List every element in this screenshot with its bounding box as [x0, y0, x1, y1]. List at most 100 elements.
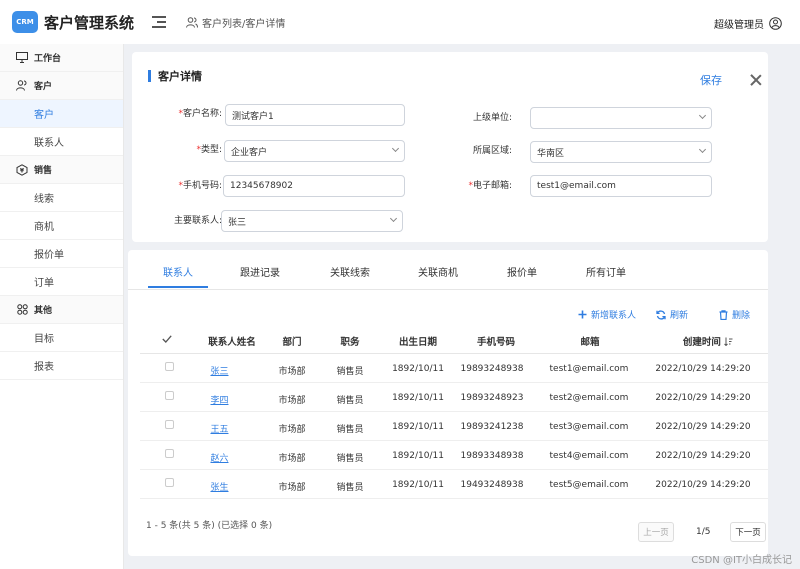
sidebar-item-goals[interactable]: 目标 — [0, 324, 123, 352]
main-contact-label: 主要联系人: — [173, 216, 222, 226]
breadcrumb-text[interactable]: 客户列表/客户详情 — [202, 15, 285, 30]
customer-name-input[interactable]: 测试客户1 — [225, 104, 405, 126]
logo-text: CRM — [16, 18, 34, 26]
sidebar-item-reports[interactable]: 报表 — [0, 352, 123, 380]
contact-name-link[interactable]: 王五 — [192, 422, 247, 435]
main-contact-select[interactable]: 张三 — [221, 210, 403, 232]
row-checkbox[interactable] — [165, 478, 174, 487]
column-header-created[interactable]: 创建时间 — [658, 334, 758, 348]
cell-phone: 19893248938 — [460, 364, 524, 374]
type-label: *类型: — [196, 145, 222, 155]
save-button[interactable]: 保存 — [700, 72, 722, 88]
user-avatar-icon[interactable] — [769, 17, 782, 30]
sort-icon[interactable] — [724, 337, 733, 347]
table-row[interactable]: 赵六 市场部 销售员 1892/10/11 19893348938 test4@… — [140, 441, 768, 470]
contact-name-link[interactable]: 李四 — [192, 393, 247, 406]
column-header-name[interactable]: 联系人姓名 — [192, 334, 272, 348]
sidebar-item-opportunities[interactable]: 商机 — [0, 212, 123, 240]
people-icon — [16, 80, 28, 92]
cell-created: 2022/10/29 14:29:20 — [655, 480, 751, 490]
table-row[interactable]: 张三 市场部 销售员 1892/10/11 19893248938 test1@… — [140, 354, 768, 383]
column-header-dept[interactable]: 部门 — [272, 334, 312, 348]
cell-email: test1@email.com — [549, 364, 629, 374]
grid-icon — [16, 304, 28, 316]
cell-birth: 1892/10/11 — [392, 422, 444, 432]
cell-birth: 1892/10/11 — [392, 451, 444, 461]
user-name[interactable]: 超级管理员 — [714, 16, 764, 31]
user-menu[interactable]: 超级管理员 — [714, 16, 782, 31]
prev-page-button[interactable]: 上一页 — [638, 522, 674, 542]
next-page-button[interactable]: 下一页 — [730, 522, 766, 542]
cell-birth: 1892/10/11 — [392, 480, 444, 490]
user-group-icon — [186, 16, 199, 28]
sidebar-group-other[interactable]: 其他 — [0, 296, 123, 324]
sidebar-item-contact[interactable]: 联系人 — [0, 128, 123, 156]
footer-credit: CSDN @IT小白成长记 — [691, 555, 792, 566]
sidebar-group-sales[interactable]: ¥ 销售 — [0, 156, 123, 184]
cell-dept: 市场部 — [278, 454, 306, 464]
cell-dept: 市场部 — [278, 367, 306, 377]
tab-related-leads[interactable]: 关联线索 — [320, 264, 380, 279]
plus-icon — [578, 310, 587, 319]
cell-birth: 1892/10/11 — [392, 364, 444, 374]
tab-quotes[interactable]: 报价单 — [492, 264, 552, 279]
sidebar-item-quotes[interactable]: 报价单 — [0, 240, 123, 268]
parent-unit-label: 上级单位: — [472, 113, 512, 123]
parent-unit-select[interactable] — [530, 107, 712, 129]
add-contact-button[interactable]: 新增联系人 — [578, 308, 636, 321]
cell-title: 销售员 — [336, 425, 364, 435]
row-checkbox[interactable] — [165, 362, 174, 371]
email-label: *电子邮箱: — [468, 181, 512, 191]
chevron-down-icon — [391, 144, 400, 153]
type-select[interactable]: 企业客户 — [224, 140, 405, 162]
cell-title: 销售员 — [336, 367, 364, 377]
app-title: 客户管理系统 — [44, 13, 135, 32]
cell-email: test5@email.com — [549, 480, 629, 490]
sidebar-item-workbench[interactable]: 工作台 — [0, 44, 123, 72]
column-header-title[interactable]: 职务 — [328, 334, 372, 348]
row-checkbox[interactable] — [165, 391, 174, 400]
monitor-icon — [16, 52, 28, 64]
menu-toggle-icon[interactable] — [152, 16, 167, 28]
tab-followups[interactable]: 跟进记录 — [230, 264, 290, 279]
sales-icon: ¥ — [16, 163, 28, 176]
contact-name-link[interactable]: 赵六 — [192, 451, 247, 464]
sidebar-item-leads[interactable]: 线索 — [0, 184, 123, 212]
cell-title: 销售员 — [336, 454, 364, 464]
cell-email: test4@email.com — [549, 451, 629, 461]
app-header: CRM 客户管理系统 客户列表/客户详情 超级管理员 — [0, 0, 800, 44]
cell-birth: 1892/10/11 — [392, 393, 444, 403]
refresh-button[interactable]: 刷新 — [656, 308, 688, 321]
table-row[interactable]: 王五 市场部 销售员 1892/10/11 19893241238 test3@… — [140, 412, 768, 441]
cell-phone: 19893241238 — [460, 422, 524, 432]
contact-name-link[interactable]: 张三 — [192, 364, 247, 377]
row-checkbox[interactable] — [165, 420, 174, 429]
contacts-card: 联系人 跟进记录 关联线索 关联商机 报价单 所有订单 新增联系人 刷新 删除 … — [128, 250, 768, 556]
tab-contacts[interactable]: 联系人 — [150, 264, 206, 279]
column-header-email[interactable]: 邮箱 — [550, 334, 630, 348]
close-icon[interactable] — [750, 74, 762, 86]
email-input[interactable]: test1@email.com — [530, 175, 712, 197]
tab-related-opportunities[interactable]: 关联商机 — [408, 264, 468, 279]
check-all-icon[interactable] — [162, 335, 172, 343]
delete-button[interactable]: 删除 — [719, 308, 750, 321]
column-header-birth[interactable]: 出生日期 — [386, 334, 450, 348]
cell-dept: 市场部 — [278, 396, 306, 406]
phone-input[interactable]: 12345678902 — [223, 175, 405, 197]
region-select[interactable]: 华南区 — [530, 141, 712, 163]
cell-created: 2022/10/29 14:29:20 — [655, 393, 751, 403]
table-row[interactable]: 李四 市场部 销售员 1892/10/11 19893248923 test2@… — [140, 383, 768, 412]
sidebar-item-customer[interactable]: 客户 — [0, 100, 123, 128]
table-row[interactable]: 张生 市场部 销售员 1892/10/11 19493248938 test5@… — [140, 470, 768, 499]
sidebar-group-customer[interactable]: 客户 — [0, 72, 123, 100]
sidebar-item-orders[interactable]: 订单 — [0, 268, 123, 296]
cell-phone: 19893348938 — [460, 451, 524, 461]
tab-all-orders[interactable]: 所有订单 — [576, 264, 636, 279]
table-header: 联系人姓名 部门 职务 出生日期 手机号码 邮箱 创建时间 — [140, 326, 768, 354]
contact-name-link[interactable]: 张生 — [192, 480, 247, 493]
sidebar: 工作台 客户 客户 联系人 ¥ 销售 线索 商机 报价单 订单 其他 目标 报表 — [0, 44, 124, 569]
breadcrumb: 客户列表/客户详情 — [186, 15, 285, 30]
page-indicator: 1/5 — [696, 527, 711, 537]
column-header-phone[interactable]: 手机号码 — [464, 334, 528, 348]
row-checkbox[interactable] — [165, 449, 174, 458]
